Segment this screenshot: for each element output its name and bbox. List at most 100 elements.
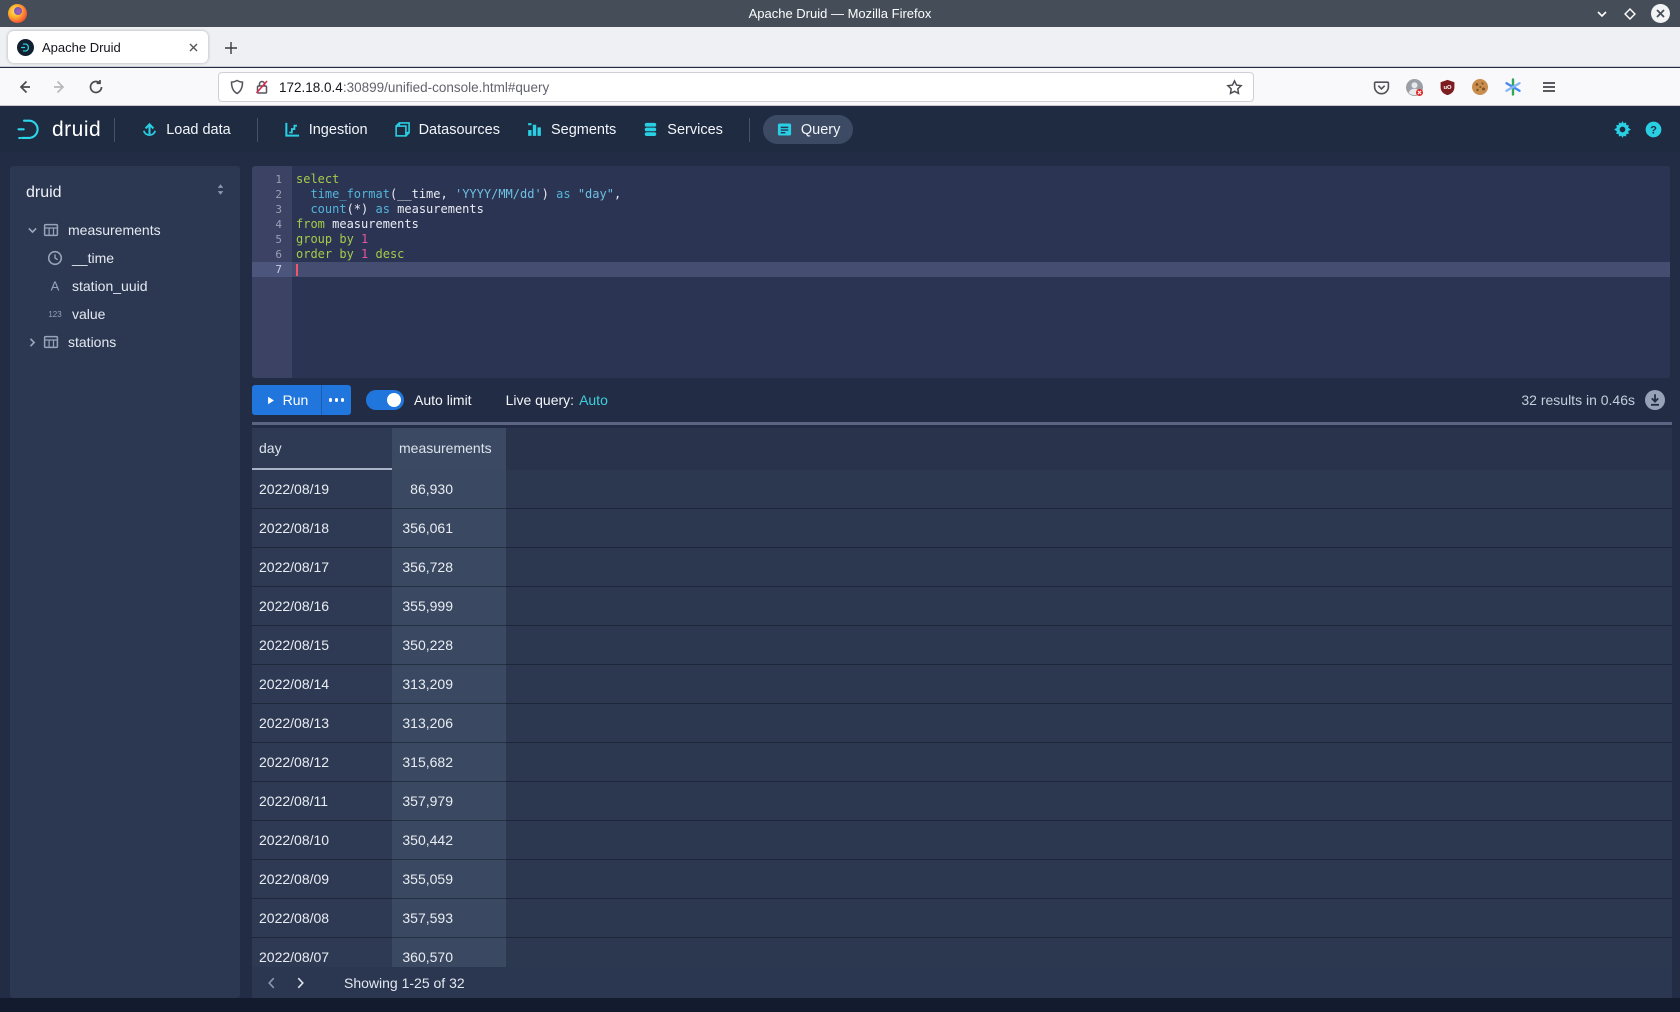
ublock-icon[interactable]: uO bbox=[1436, 76, 1458, 98]
row-filler bbox=[506, 470, 1672, 509]
url-bar[interactable]: 172.18.0.4:30899/unified-console.html#qu… bbox=[218, 72, 1254, 102]
window-titlebar: Apache Druid — Mozilla Firefox bbox=[0, 0, 1680, 27]
cell-measurements[interactable]: 350,228 bbox=[392, 626, 506, 665]
pane-splitter[interactable] bbox=[252, 422, 1672, 425]
live-query-value[interactable]: Auto bbox=[579, 392, 608, 408]
cell-measurements[interactable]: 356,728 bbox=[392, 548, 506, 587]
chevron-down-icon[interactable] bbox=[24, 224, 40, 237]
cell-day[interactable]: 2022/08/18 bbox=[252, 509, 392, 548]
window-minimize-icon[interactable] bbox=[1595, 7, 1609, 21]
cell-day[interactable]: 2022/08/10 bbox=[252, 821, 392, 860]
navbar-separator bbox=[749, 118, 750, 142]
cell-day[interactable]: 2022/08/17 bbox=[252, 548, 392, 587]
row-filler bbox=[506, 665, 1672, 704]
bookmark-star-icon[interactable] bbox=[1226, 79, 1243, 96]
cell-measurements[interactable]: 357,593 bbox=[392, 899, 506, 938]
double-caret-sort-icon[interactable] bbox=[214, 183, 227, 196]
line-number: 6 bbox=[252, 247, 292, 262]
next-page-icon[interactable] bbox=[286, 969, 314, 997]
window-maximize-icon[interactable] bbox=[1623, 7, 1637, 21]
auto-limit-label: Auto limit bbox=[414, 392, 472, 408]
cell-day[interactable]: 2022/08/07 bbox=[252, 938, 392, 967]
window-close-icon[interactable] bbox=[1651, 4, 1670, 23]
cell-measurements[interactable]: 315,682 bbox=[392, 743, 506, 782]
tree-item-value[interactable]: 123 value bbox=[10, 300, 240, 328]
cell-day[interactable]: 2022/08/11 bbox=[252, 782, 392, 821]
column-header-measurements[interactable]: measurements bbox=[392, 428, 506, 470]
cell-measurements[interactable]: 356,061 bbox=[392, 509, 506, 548]
row-filler bbox=[506, 938, 1672, 967]
download-icon[interactable] bbox=[1644, 389, 1666, 411]
tab-close-icon[interactable] bbox=[188, 42, 199, 53]
nav-ingestion[interactable]: Ingestion bbox=[271, 115, 381, 144]
cell-day[interactable]: 2022/08/12 bbox=[252, 743, 392, 782]
nav-segments[interactable]: Segments bbox=[513, 115, 629, 144]
column-header-day[interactable]: day bbox=[252, 428, 392, 470]
druid-brand[interactable]: druid bbox=[16, 118, 101, 142]
svg-text:?: ? bbox=[1650, 124, 1657, 136]
cell-day[interactable]: 2022/08/15 bbox=[252, 626, 392, 665]
nav-query-label: Query bbox=[801, 122, 841, 138]
table-row: 2022/08/13313,206 bbox=[252, 704, 1672, 743]
more-options-button[interactable] bbox=[321, 385, 351, 415]
table-row: 2022/08/10350,442 bbox=[252, 821, 1672, 860]
pocket-icon[interactable] bbox=[1370, 76, 1392, 98]
cell-day[interactable]: 2022/08/08 bbox=[252, 899, 392, 938]
nav-datasources[interactable]: Datasources bbox=[381, 115, 513, 144]
cell-day[interactable]: 2022/08/09 bbox=[252, 860, 392, 899]
forward-icon[interactable] bbox=[48, 75, 72, 99]
prev-page-icon[interactable] bbox=[258, 969, 286, 997]
editor-line-5: 5group by 1 bbox=[252, 232, 1670, 247]
cell-day[interactable]: 2022/08/19 bbox=[252, 470, 392, 509]
tree-item-measurements[interactable]: measurements bbox=[10, 216, 240, 244]
cell-measurements[interactable]: 360,570 bbox=[392, 938, 506, 967]
table-row: 2022/08/12315,682 bbox=[252, 743, 1672, 782]
cell-day[interactable]: 2022/08/13 bbox=[252, 704, 392, 743]
cell-measurements[interactable]: 355,059 bbox=[392, 860, 506, 899]
services-icon bbox=[642, 121, 659, 138]
tree-item-label: stations bbox=[68, 334, 116, 350]
sql-editor[interactable]: 1select2 time_format(__time, 'YYYY/MM/dd… bbox=[252, 166, 1670, 378]
account-icon[interactable] bbox=[1403, 76, 1425, 98]
table-row: 2022/08/17356,728 bbox=[252, 548, 1672, 587]
reload-icon[interactable] bbox=[84, 75, 108, 99]
chevron-right-icon[interactable] bbox=[24, 336, 40, 349]
cell-measurements[interactable]: 355,999 bbox=[392, 587, 506, 626]
settings-gear-icon[interactable] bbox=[1614, 121, 1631, 138]
browser-tab[interactable]: Apache Druid bbox=[8, 31, 208, 63]
tree-item-station_uuid[interactable]: Astation_uuid bbox=[10, 272, 240, 300]
cell-day[interactable]: 2022/08/14 bbox=[252, 665, 392, 704]
cell-measurements[interactable]: 313,206 bbox=[392, 704, 506, 743]
insecure-lock-icon[interactable] bbox=[254, 79, 270, 95]
back-icon[interactable] bbox=[12, 75, 36, 99]
help-icon[interactable]: ? bbox=[1645, 121, 1662, 138]
number-icon: 123 bbox=[46, 306, 64, 322]
cell-measurements[interactable]: 313,209 bbox=[392, 665, 506, 704]
tracking-shield-icon[interactable] bbox=[229, 79, 245, 95]
extension-asterisk-icon[interactable] bbox=[1502, 76, 1524, 98]
run-label: Run bbox=[283, 392, 309, 408]
table-row: 2022/08/07360,570 bbox=[252, 938, 1672, 967]
schema-name[interactable]: druid bbox=[26, 184, 224, 202]
nav-services[interactable]: Services bbox=[629, 115, 736, 144]
new-tab-button[interactable] bbox=[218, 35, 244, 61]
svg-text:123: 123 bbox=[48, 310, 62, 319]
tree-item-stations[interactable]: stations bbox=[10, 328, 240, 356]
nav-query[interactable]: Query bbox=[763, 115, 854, 144]
tab-title: Apache Druid bbox=[42, 40, 188, 55]
cell-day[interactable]: 2022/08/16 bbox=[252, 587, 392, 626]
menu-icon[interactable] bbox=[1538, 76, 1560, 98]
clock-icon bbox=[46, 250, 64, 266]
cell-measurements[interactable]: 357,979 bbox=[392, 782, 506, 821]
tree-item-label: value bbox=[72, 306, 105, 322]
table-row: 2022/08/15350,228 bbox=[252, 626, 1672, 665]
run-button[interactable]: Run bbox=[252, 385, 321, 415]
cookie-icon[interactable] bbox=[1469, 76, 1491, 98]
cell-measurements[interactable]: 86,930 bbox=[392, 470, 506, 509]
editor-line-4: 4from measurements bbox=[252, 217, 1670, 232]
cell-measurements[interactable]: 350,442 bbox=[392, 821, 506, 860]
tree-item-label: measurements bbox=[68, 222, 161, 238]
auto-limit-toggle[interactable] bbox=[366, 390, 404, 410]
nav-load-data[interactable]: Load data bbox=[128, 115, 244, 144]
tree-item-__time[interactable]: __time bbox=[10, 244, 240, 272]
